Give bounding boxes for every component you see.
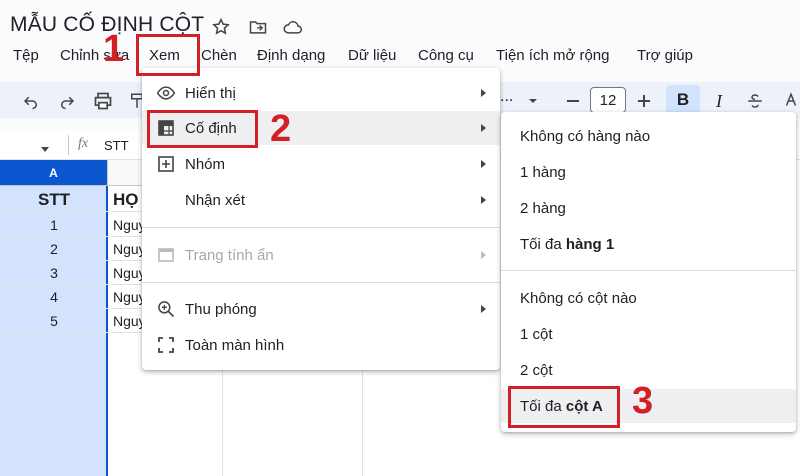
menu-separator xyxy=(142,282,500,283)
freeze-no-columns[interactable]: Không có cột nào xyxy=(501,281,796,315)
eye-icon xyxy=(156,83,176,103)
submenu-item-label: Không có cột nào xyxy=(520,289,637,307)
annotation-box-freeze xyxy=(147,110,258,148)
cell-a2[interactable]: 1 xyxy=(0,213,108,237)
menu-tools[interactable]: Công cụ xyxy=(418,47,474,64)
menu-item-label: Nhóm xyxy=(185,155,226,173)
freeze-up-to-row-1[interactable]: Tối đa hàng 1 xyxy=(501,227,796,261)
decrease-font-size-icon[interactable] xyxy=(562,90,584,112)
submenu-arrow-icon xyxy=(481,89,486,97)
redo-icon[interactable] xyxy=(56,90,78,112)
move-folder-icon[interactable] xyxy=(247,16,269,38)
cell-a3[interactable]: 2 xyxy=(0,237,108,261)
strikethrough-icon[interactable] xyxy=(744,90,766,112)
cell-a1[interactable]: STT xyxy=(0,188,108,212)
menu-item-show[interactable]: Hiển thị xyxy=(142,76,500,110)
menu-format[interactable]: Định dạng xyxy=(257,47,325,64)
submenu-item-label: 2 hàng xyxy=(520,199,566,217)
menu-item-hidden-sheets[interactable]: Trang tính ẩn xyxy=(142,238,500,272)
menu-item-comments[interactable]: Nhận xét xyxy=(142,183,500,217)
cell-a5[interactable]: 4 xyxy=(0,285,108,309)
step-number-3: 3 xyxy=(632,380,654,422)
text-color-icon[interactable] xyxy=(780,90,800,112)
freeze-no-rows[interactable]: Không có hàng nào xyxy=(501,119,796,153)
annotation-box-up-to-column-a xyxy=(508,386,620,428)
column-header-a[interactable]: A xyxy=(0,160,108,186)
submenu-arrow-icon xyxy=(481,124,486,132)
menu-extensions[interactable]: Tiện ích mở rộng xyxy=(496,47,610,64)
menu-insert[interactable]: Chèn xyxy=(201,47,237,64)
submenu-arrow-icon xyxy=(481,251,486,259)
menu-item-fullscreen[interactable]: Toàn màn hình xyxy=(142,328,500,362)
menu-item-label: Hiển thị xyxy=(185,84,236,102)
italic-icon[interactable]: I xyxy=(708,90,730,112)
hidden-sheet-icon xyxy=(156,245,176,265)
increase-font-size-icon[interactable] xyxy=(633,90,655,112)
menu-separator xyxy=(501,270,796,271)
submenu-arrow-icon xyxy=(481,305,486,313)
menu-data[interactable]: Dữ liệu xyxy=(348,47,396,64)
fullscreen-icon xyxy=(156,335,176,355)
formula-input[interactable]: STT xyxy=(104,138,129,153)
star-icon[interactable] xyxy=(210,16,232,38)
fx-icon: fx xyxy=(78,136,89,151)
zoom-dropdown[interactable]: ... xyxy=(500,88,513,106)
print-icon[interactable] xyxy=(92,90,114,112)
divider xyxy=(68,135,69,155)
submenu-item-label: 2 cột xyxy=(520,361,553,379)
name-box-chevron-down-icon[interactable] xyxy=(40,141,50,159)
label-prefix: Tối đa xyxy=(520,235,566,253)
menu-item-label: Trang tính ẩn xyxy=(185,246,274,264)
menu-item-zoom[interactable]: Thu phóng xyxy=(142,292,500,326)
menu-item-label: Thu phóng xyxy=(185,300,257,318)
freeze-1-row[interactable]: 1 hàng xyxy=(501,155,796,189)
font-size-input[interactable]: 12 xyxy=(590,87,626,113)
undo-icon[interactable] xyxy=(20,90,42,112)
zoom-in-icon xyxy=(156,299,176,319)
cloud-saved-icon[interactable] xyxy=(282,16,304,38)
menu-help[interactable]: Trợ giúp xyxy=(637,47,693,64)
bold-icon[interactable]: B xyxy=(666,85,700,115)
submenu-item-label: Tối đa hàng 1 xyxy=(520,236,614,253)
cell-a4[interactable]: 3 xyxy=(0,261,108,285)
freeze-1-column[interactable]: 1 cột xyxy=(501,317,796,351)
annotation-box-view xyxy=(136,34,200,76)
submenu-arrow-icon xyxy=(481,196,486,204)
menu-item-group[interactable]: Nhóm xyxy=(142,147,500,181)
submenu-item-label: 1 cột xyxy=(520,325,553,343)
menu-item-label: Nhận xét xyxy=(185,191,246,209)
submenu-item-label: 1 hàng xyxy=(520,163,566,181)
menu-separator xyxy=(142,227,500,228)
submenu-arrow-icon xyxy=(481,160,486,168)
label-bold: hàng 1 xyxy=(565,235,615,253)
cell-a6[interactable]: 5 xyxy=(0,309,108,333)
step-number-1: 1 xyxy=(103,28,125,70)
step-number-2: 2 xyxy=(270,108,292,150)
freeze-2-rows[interactable]: 2 hàng xyxy=(501,191,796,225)
menu-file[interactable]: Tệp xyxy=(13,47,39,64)
menu-item-label: Toàn màn hình xyxy=(185,336,285,354)
plus-box-icon xyxy=(156,154,176,174)
chevron-down-icon[interactable] xyxy=(522,90,544,112)
submenu-item-label: Không có hàng nào xyxy=(520,127,651,145)
